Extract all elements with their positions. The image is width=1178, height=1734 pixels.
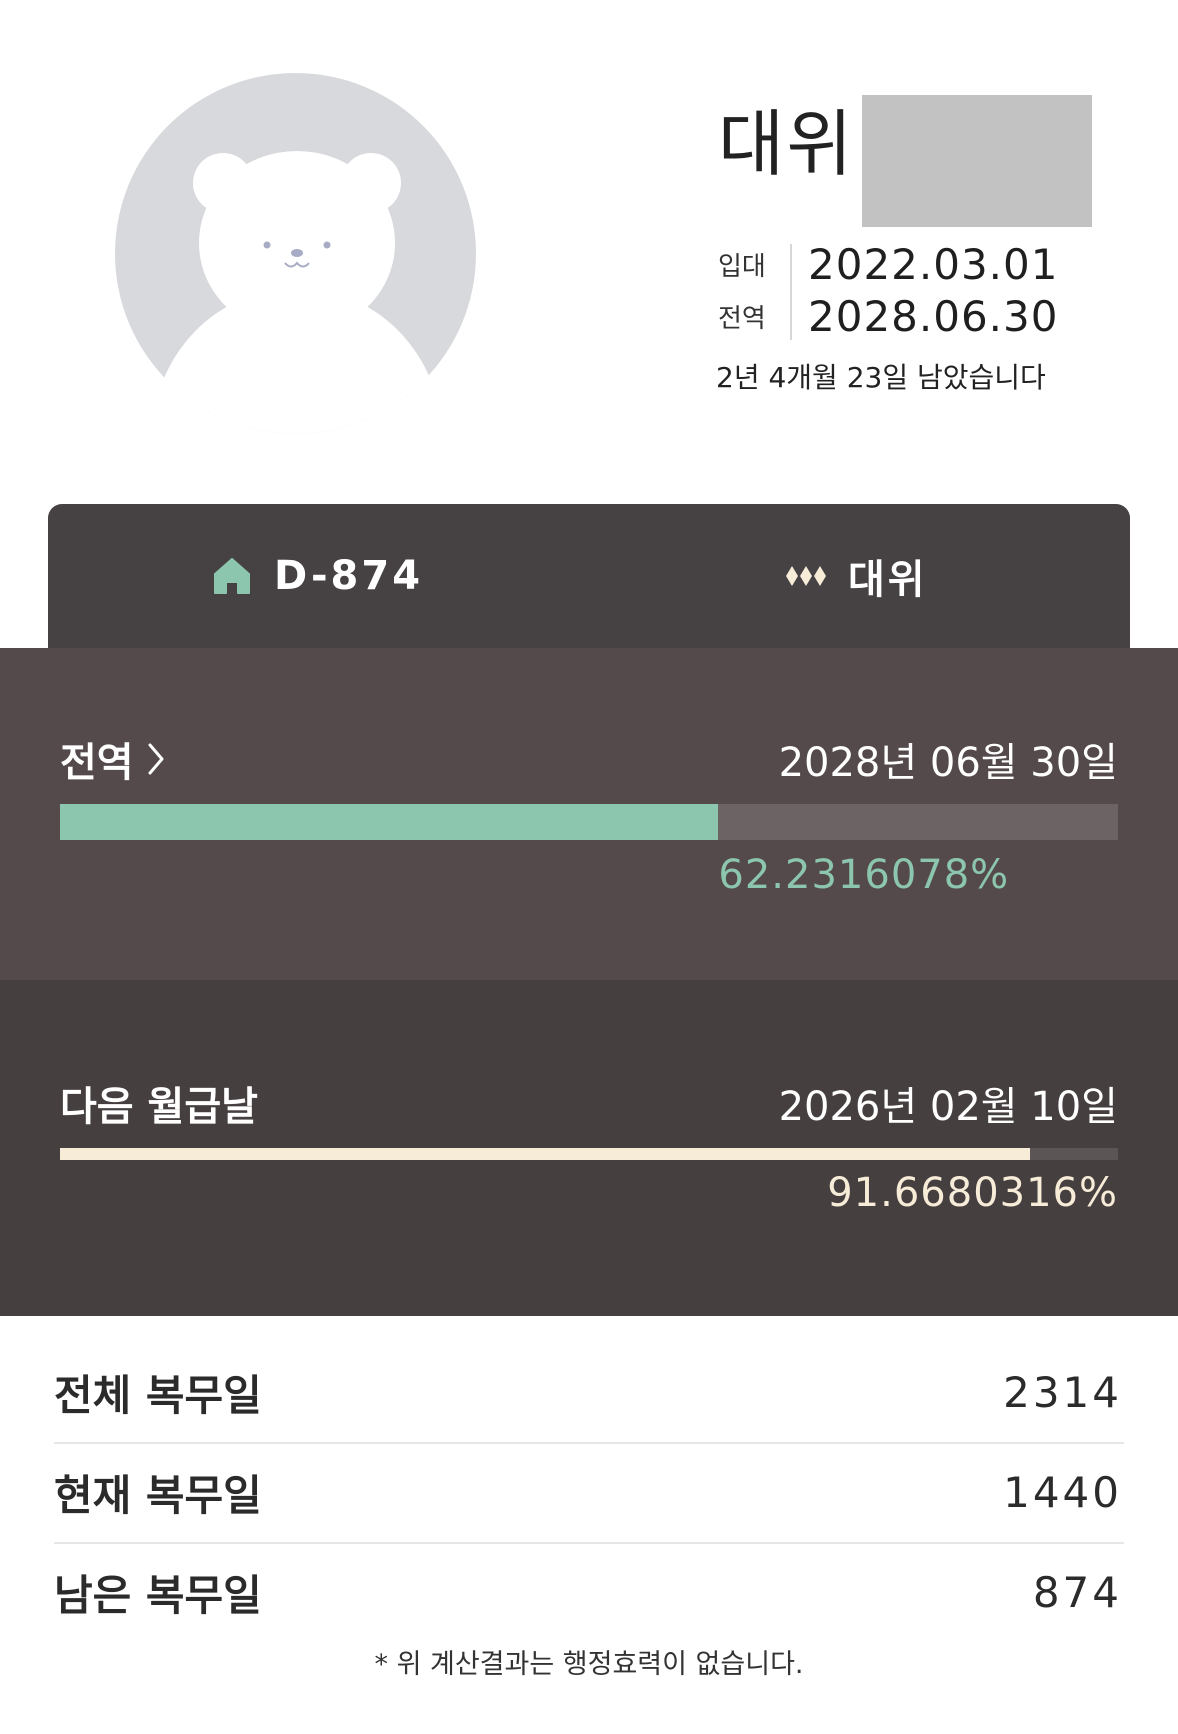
- rank-title: 대위: [718, 102, 855, 186]
- tab-dday[interactable]: D-874: [210, 504, 423, 648]
- stat-label: 남은 복무일: [54, 1570, 262, 1620]
- rank-diamonds-icon: [784, 554, 828, 598]
- stat-row-remaining: 남은 복무일 874: [54, 1542, 1124, 1642]
- bear-avatar-icon: [152, 151, 442, 434]
- discharge-date: 2028.06.30: [808, 291, 1059, 341]
- stat-label: 전체 복무일: [54, 1370, 262, 1420]
- stat-row-current: 현재 복무일 1440: [54, 1442, 1124, 1542]
- date-divider: [790, 244, 792, 340]
- stat-label: 현재 복무일: [54, 1470, 262, 1520]
- home-icon: [210, 554, 254, 598]
- enlist-date: 2022.03.01: [808, 239, 1059, 289]
- enlist-row: 입대 2022.03.01: [718, 238, 1098, 290]
- payday-progress-bar: [60, 1148, 1118, 1160]
- payday-percent: 91.6680316%: [827, 1170, 1118, 1216]
- name-redacted-block: [862, 95, 1092, 227]
- remaining-text: 2년 4개월 23일 남았습니다: [716, 361, 1046, 394]
- tab-rank[interactable]: 대위: [784, 504, 928, 648]
- discharge-progress-fill: [60, 804, 719, 840]
- stat-value: 1440: [1003, 1467, 1122, 1517]
- discharge-panel-label: 전역: [60, 740, 134, 786]
- enlist-label: 입대: [718, 251, 766, 282]
- payday-progress-fill: [60, 1148, 1030, 1160]
- tab-bar: D-874 대위: [48, 504, 1130, 648]
- payday-panel: 다음 월급날 2026년 02월 10일 91.6680316%: [0, 980, 1178, 1316]
- disclaimer-text: * 위 계산결과는 행정효력이 없습니다.: [374, 1649, 804, 1680]
- discharge-progress-bar: [60, 804, 1118, 840]
- discharge-panel: 전역 2028년 06월 30일 62.2316078%: [0, 648, 1178, 980]
- discharge-link[interactable]: 전역: [60, 730, 166, 788]
- payday-panel-date: 2026년 02월 10일: [778, 1084, 1118, 1130]
- discharge-panel-date: 2028년 06월 30일: [778, 740, 1118, 786]
- chevron-right-icon: [146, 742, 166, 776]
- profile-avatar[interactable]: [115, 73, 476, 434]
- stat-value: 2314: [1003, 1367, 1122, 1417]
- service-dates: 입대 2022.03.01 전역 2028.06.30: [718, 238, 1098, 342]
- discharge-label: 전역: [718, 303, 766, 334]
- payday-panel-label: 다음 월급날: [60, 1084, 258, 1130]
- stat-value: 874: [1032, 1567, 1122, 1617]
- discharge-row: 전역 2028.06.30: [718, 290, 1098, 342]
- dday-label: D-874: [274, 553, 424, 599]
- rank-label: 대위: [848, 557, 928, 603]
- discharge-percent: 62.2316078%: [718, 852, 1010, 898]
- stat-row-total: 전체 복무일 2314: [54, 1342, 1124, 1442]
